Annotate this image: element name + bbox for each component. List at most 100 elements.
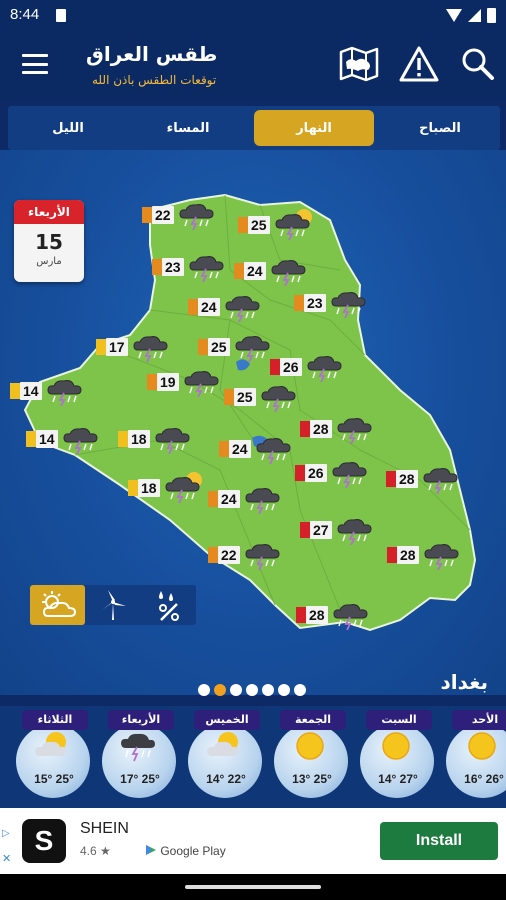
- forecast-day-card[interactable]: السبت 14° 27°: [356, 710, 440, 806]
- thunderstorm-icon: [165, 472, 202, 503]
- mode-wind[interactable]: [85, 585, 140, 625]
- date-calendar: الأربعاء 15 مارس: [14, 200, 84, 282]
- calendar-day: 15: [35, 230, 63, 254]
- marker-temperature: 24: [229, 440, 251, 458]
- tab-night[interactable]: الليل: [8, 106, 128, 150]
- calendar-weekday: الأربعاء: [14, 200, 84, 224]
- thunderstorm-icon: [155, 428, 190, 454]
- marker-temperature: 23: [304, 294, 326, 312]
- page-indicator: [198, 684, 306, 696]
- thunderstorm-icon: [133, 336, 168, 362]
- thunderstorm-icon: [423, 468, 458, 494]
- forecast-low: 14°: [206, 772, 225, 786]
- marker-temperature: 14: [20, 382, 42, 400]
- marker-temperature: 24: [218, 490, 240, 508]
- page-dot[interactable]: [294, 684, 306, 696]
- page-dot[interactable]: [262, 684, 274, 696]
- marker-temperature: 23: [162, 258, 184, 276]
- time-of-day-tabs: الليل المساء النهار الصباح: [8, 106, 500, 150]
- thunderstorm-icon: [424, 544, 459, 570]
- partly-cloudy-icon: [41, 591, 76, 617]
- forecast-day-label: الأحد: [452, 710, 506, 730]
- mode-humidity[interactable]: [141, 585, 196, 625]
- thunderstorm-icon: [261, 386, 296, 412]
- ad-choices-icon[interactable]: ▷: [2, 828, 10, 839]
- app-subtitle: توقعات الطقس باذن الله: [92, 73, 217, 87]
- page-dot[interactable]: [214, 684, 226, 696]
- sun-icon: [468, 732, 496, 760]
- page-dot[interactable]: [246, 684, 258, 696]
- system-nav-bar: [0, 874, 506, 900]
- forecast-day-card[interactable]: الجمعة 13° 25°: [270, 710, 354, 806]
- map-mode-bar: [30, 585, 196, 625]
- forecast-day-card[interactable]: الخميس 14° 22°: [184, 710, 268, 806]
- thunderstorm-icon: [256, 438, 291, 464]
- forecast-day-label: السبت: [366, 710, 432, 730]
- ad-close-icon[interactable]: ✕: [2, 852, 11, 865]
- forecast-high: 26°: [485, 772, 504, 786]
- map-icon[interactable]: [338, 44, 380, 84]
- install-button[interactable]: Install: [380, 822, 498, 860]
- tab-morning[interactable]: الصباح: [380, 106, 500, 150]
- marker-temperature: 28: [396, 470, 418, 488]
- forecast-day-card[interactable]: الأحد 16° 26°: [442, 710, 506, 806]
- marker-temperature: 26: [305, 464, 327, 482]
- page-dot[interactable]: [230, 684, 242, 696]
- marker-temperature: 28: [306, 606, 328, 624]
- thunderstorm-icon: [189, 256, 224, 282]
- status-time: 8:44: [10, 6, 40, 23]
- mode-temperature[interactable]: [30, 585, 86, 625]
- forecast-high: 25°: [55, 772, 74, 786]
- app-rating: 4.6 ★: [80, 844, 111, 858]
- warning-icon[interactable]: [398, 44, 440, 84]
- marker-temperature: 22: [152, 206, 174, 224]
- forecast-low: 14°: [378, 772, 397, 786]
- advertiser-logo: S: [22, 819, 66, 863]
- thunderstorm-icon: [184, 371, 219, 397]
- menu-icon[interactable]: [22, 54, 48, 74]
- weather-map: الأربعاء 15 مارس 22 25 23 24 24 23 17 25 26 14 19 2…: [0, 150, 506, 695]
- forecast-high: 27°: [399, 772, 418, 786]
- app-title: طقس العراق: [86, 42, 218, 66]
- store-label: Google Play: [160, 844, 226, 858]
- partly-cloudy-icon: [207, 732, 238, 756]
- marker-temperature: 25: [208, 338, 230, 356]
- thunderstorm-icon: [121, 733, 155, 762]
- sun-icon: [296, 732, 324, 760]
- ad-banner[interactable]: ▷ ✕ S SHEIN 4.6 ★ Google Play Install: [0, 808, 506, 874]
- home-handle[interactable]: [185, 885, 321, 889]
- marker-temperature: 27: [310, 521, 332, 539]
- tab-day[interactable]: النهار: [254, 110, 374, 146]
- google-play-icon: [146, 845, 156, 855]
- thunderstorm-icon: [47, 380, 82, 406]
- sun-icon: [382, 732, 410, 760]
- forecast-day-label: الأربعاء: [108, 710, 174, 730]
- humidity-icon: [159, 591, 180, 621]
- calendar-month: مارس: [36, 256, 62, 267]
- signal-icon: [468, 9, 481, 22]
- thunderstorm-icon: [331, 292, 366, 318]
- thunderstorm-icon: [245, 544, 280, 570]
- forecast-temps: 14° 27°: [356, 772, 440, 786]
- search-icon[interactable]: [458, 44, 500, 84]
- thunderstorm-icon: [332, 462, 367, 488]
- battery-icon: [487, 8, 496, 23]
- forecast-day-label: الجمعة: [280, 710, 346, 730]
- marker-temperature: 18: [138, 479, 160, 497]
- forecast-temps: 16° 26°: [442, 772, 506, 786]
- marker-temperature: 25: [248, 216, 270, 234]
- page-dot[interactable]: [278, 684, 290, 696]
- sim-icon: [56, 9, 66, 22]
- marker-temperature: 25: [234, 388, 256, 406]
- page-dot[interactable]: [198, 684, 210, 696]
- marker-temperature: 28: [310, 420, 332, 438]
- tab-evening[interactable]: المساء: [128, 106, 248, 150]
- wifi-icon: [446, 9, 462, 22]
- thunderstorm-icon: [179, 204, 214, 230]
- forecast-day-card[interactable]: الأربعاء 17° 25°: [98, 710, 182, 806]
- marker-temperature: 24: [198, 298, 220, 316]
- marker-temperature: 18: [128, 430, 150, 448]
- status-indicators: [446, 8, 496, 23]
- forecast-day-card[interactable]: الثلاثاء 15° 25°: [12, 710, 96, 806]
- marker-temperature: 14: [36, 430, 58, 448]
